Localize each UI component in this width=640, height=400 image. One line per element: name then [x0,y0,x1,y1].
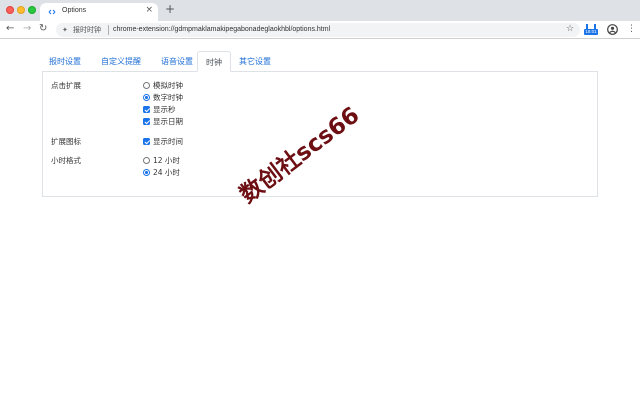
show-time-checkbox[interactable] [143,138,150,145]
back-button[interactable]: ← [6,23,14,35]
hour-format-label: 小时格式 [51,156,81,165]
address-bar[interactable]: ✦ 报时时钟 chrome-extension://gdmpmaklamakip… [56,23,580,37]
maximize-window-button[interactable] [28,6,36,14]
tab-voice-settings[interactable]: 语音设置 [154,51,200,72]
url-text[interactable]: chrome-extension://gdmpmaklamakipegabona… [113,26,330,34]
format-12h-label: 12 小时 [153,156,180,165]
analog-clock-label: 模拟时钟 [153,81,183,90]
close-window-button[interactable] [6,6,14,14]
bookmark-star-icon[interactable]: ☆ [566,23,574,35]
format-24h-label: 24 小时 [153,168,180,177]
browser-toolbar: ← → ↻ ✦ 报时时钟 chrome-extension://gdmpmakl… [0,21,640,39]
format-12h-radio[interactable] [143,157,150,164]
browser-menu-icon[interactable]: ⋮ [627,23,636,35]
reload-button[interactable]: ↻ [39,23,47,35]
digital-clock-label: 数字时钟 [153,93,183,102]
site-name: 报时时钟 [73,26,101,34]
show-seconds-checkbox[interactable] [143,106,150,113]
show-seconds-label: 显示秒 [153,105,176,114]
tab-custom-reminder[interactable]: 自定义提醒 [92,51,150,72]
analog-clock-radio[interactable] [143,82,150,89]
click-extension-label: 点击扩展 [51,81,81,90]
tab-strip: Options × + [0,0,640,21]
tab-other-settings[interactable]: 其它设置 [234,51,276,72]
digital-clock-radio[interactable] [143,94,150,101]
extension-time-badge: 18:01 [584,29,598,35]
close-tab-icon[interactable]: × [145,5,153,15]
tab-report-settings[interactable]: 报时设置 [42,51,88,72]
clock-extension-button[interactable]: 18:01 [584,24,598,36]
tab-clock[interactable]: 时钟 [197,51,231,72]
show-time-label: 显示时间 [153,137,183,146]
show-date-label: 显示日期 [153,117,183,126]
browser-tab-title: Options [62,7,87,14]
profile-avatar-icon[interactable] [607,24,618,35]
extension-icon-label: 扩展图标 [51,137,81,146]
minimize-window-button[interactable] [17,6,25,14]
forward-button[interactable]: → [23,23,31,35]
format-24h-radio[interactable] [143,169,150,176]
extension-favicon-icon [48,9,56,15]
options-tabs: 报时设置 自定义提醒 语音设置 时钟 其它设置 [42,51,598,72]
address-separator [108,25,109,35]
new-tab-button[interactable]: + [165,2,175,16]
show-date-checkbox[interactable] [143,118,150,125]
browser-tab-options[interactable]: Options × [40,3,158,21]
puzzle-icon: ✦ [62,26,68,34]
